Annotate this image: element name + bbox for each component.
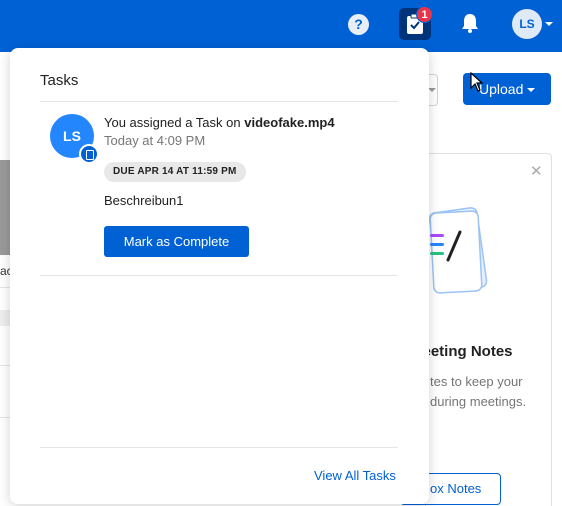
chevron-down-icon — [527, 88, 535, 92]
box-notes-button-label: ox Notes — [430, 481, 482, 496]
file-thumbnail[interactable] — [0, 160, 10, 255]
upload-label: Upload — [479, 81, 524, 97]
promo-description: tes to keep your during meetings. — [410, 372, 552, 412]
task-timestamp: Today at 4:09 PM — [104, 133, 206, 148]
tasks-popover: Tasks LS You assigned a Task on videofak… — [10, 48, 429, 504]
divider — [40, 275, 398, 276]
view-all-tasks-link[interactable]: View All Tasks — [314, 468, 396, 483]
chevron-down-icon[interactable] — [545, 22, 553, 26]
divider — [0, 417, 10, 418]
mouse-cursor-icon — [470, 72, 484, 92]
task-type-icon — [79, 144, 99, 164]
notifications-bell-icon[interactable] — [460, 12, 480, 39]
due-date-badge: DUE APR 14 AT 11:59 PM — [104, 162, 246, 182]
divider — [40, 101, 398, 102]
tasks-count-badge: 1 — [416, 6, 433, 23]
mark-as-complete-button[interactable]: Mark as Complete — [104, 226, 249, 257]
task-message-prefix: You assigned a Task on — [104, 115, 245, 130]
promo-description-line: during meetings. — [430, 394, 527, 409]
close-icon[interactable]: ✕ — [530, 162, 543, 180]
task-description: Beschreibun1 — [104, 193, 184, 208]
help-icon[interactable]: ? — [348, 14, 369, 35]
popover-title: Tasks — [40, 72, 79, 89]
task-file-link[interactable]: videofake.mp4 — [244, 115, 334, 130]
top-bar: ? 1 LS — [0, 0, 562, 52]
promo-description-line: tes to keep your — [430, 374, 523, 389]
divider — [0, 287, 10, 288]
chevron-down-icon — [428, 88, 436, 92]
divider — [0, 365, 10, 366]
divider — [40, 447, 398, 448]
promo-title: Meeting Notes — [410, 343, 513, 360]
list-row-stripe — [0, 310, 10, 326]
user-avatar[interactable]: LS — [512, 9, 542, 39]
task-message: You assigned a Task on videofake.mp4 — [104, 115, 335, 130]
